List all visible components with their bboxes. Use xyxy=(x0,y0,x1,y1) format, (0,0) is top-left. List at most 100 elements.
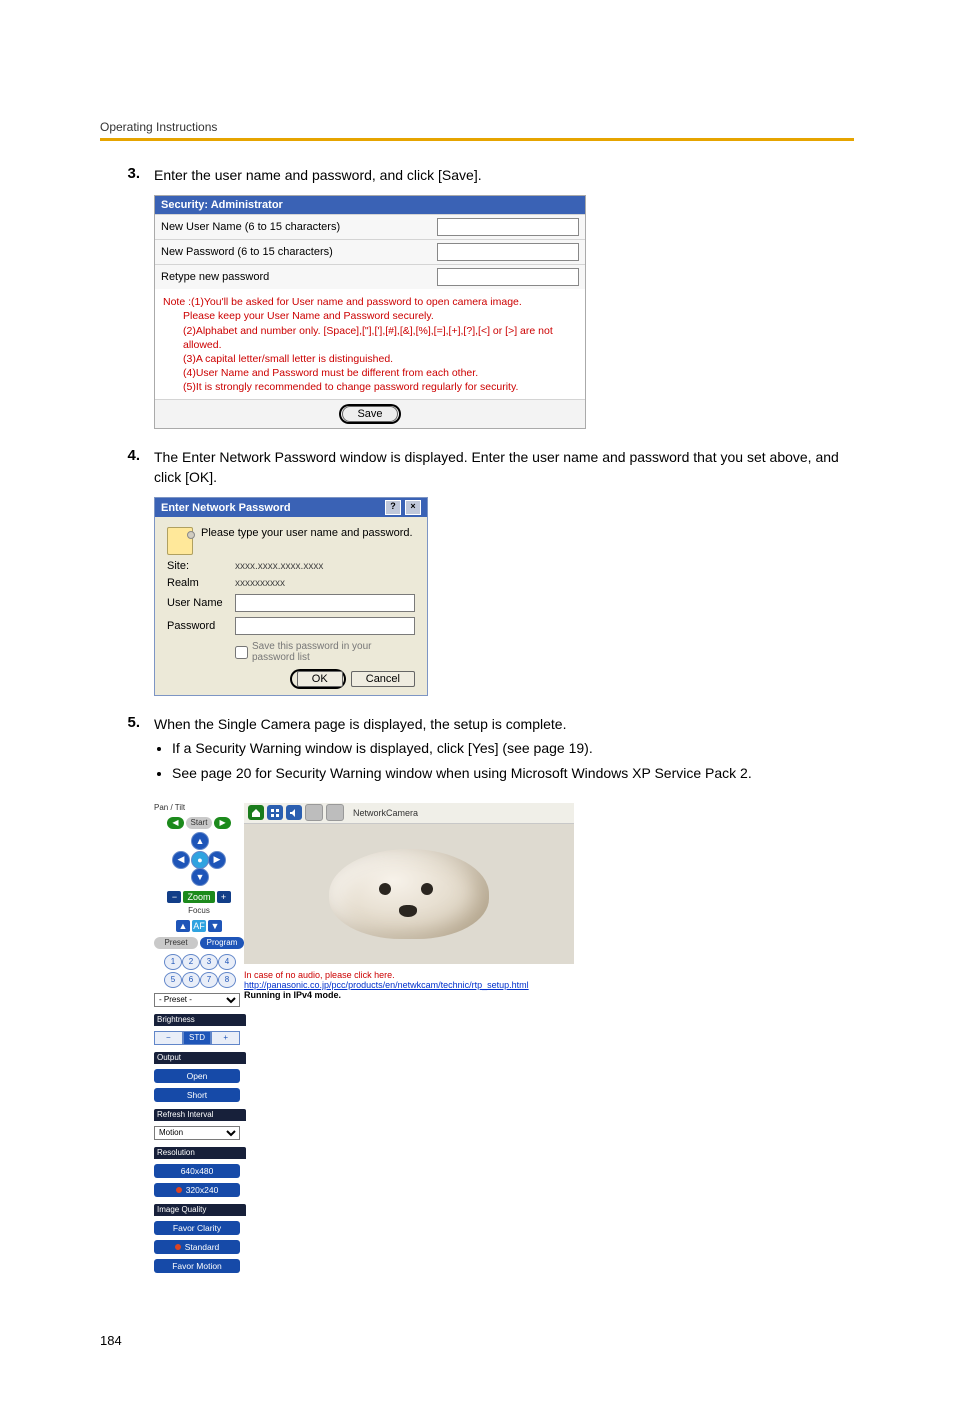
save-button-highlight: Save xyxy=(341,406,398,422)
focus-af-button[interactable]: AF xyxy=(192,920,206,932)
toolbar-multi-icon[interactable] xyxy=(267,805,283,820)
brightness-std[interactable]: STD xyxy=(183,1031,212,1045)
preset-1[interactable]: 1 xyxy=(164,954,182,970)
page-number: 184 xyxy=(100,1333,854,1348)
camera-live-view xyxy=(244,824,574,964)
start-right-pill[interactable]: ▶ xyxy=(214,817,230,829)
cancel-button[interactable]: Cancel xyxy=(351,671,415,687)
focus-label: Focus xyxy=(154,906,244,915)
new-password-label: New Password (6 to 15 characters) xyxy=(161,246,437,258)
running-header: Operating Instructions xyxy=(100,120,854,134)
dpad-center-icon[interactable]: ● xyxy=(191,851,209,869)
brightness-minus[interactable]: − xyxy=(154,1031,183,1045)
save-password-checkbox[interactable] xyxy=(235,646,248,659)
site-label: Site: xyxy=(167,560,235,572)
step-4-number: 4. xyxy=(100,447,154,488)
preset-8[interactable]: 8 xyxy=(218,972,236,988)
iq-clarity-button[interactable]: Favor Clarity xyxy=(154,1221,240,1235)
help-icon[interactable]: ? xyxy=(385,500,401,515)
camera-image-placeholder xyxy=(329,849,489,939)
dpad-left-icon[interactable]: ◀ xyxy=(172,851,190,869)
output-open-button[interactable]: Open xyxy=(154,1069,240,1083)
realm-value: xxxxxxxxxx xyxy=(235,578,415,589)
audio-help-link[interactable]: http://panasonic.co.jp/pcc/products/en/n… xyxy=(244,980,574,990)
save-password-label: Save this password in your password list xyxy=(252,641,415,663)
brightness-control[interactable]: − STD + xyxy=(154,1031,240,1045)
focus-near-button[interactable]: ▲ xyxy=(176,920,190,932)
step-4-text: The Enter Network Password window is dis… xyxy=(154,447,854,488)
retype-password-label: Retype new password xyxy=(161,271,437,283)
brightness-plus[interactable]: + xyxy=(211,1031,240,1045)
username-input[interactable] xyxy=(235,594,415,612)
preset-7[interactable]: 7 xyxy=(200,972,218,988)
step-3-number: 3. xyxy=(100,165,154,185)
realm-label: Realm xyxy=(167,577,235,589)
ok-button[interactable]: OK xyxy=(297,671,343,687)
output-header: Output xyxy=(154,1052,246,1064)
image-quality-header: Image Quality xyxy=(154,1204,246,1216)
brightness-header: Brightness xyxy=(154,1014,246,1026)
zoom-out-button[interactable]: − xyxy=(167,891,181,903)
iq-motion-button[interactable]: Favor Motion xyxy=(154,1259,240,1273)
resolution-header: Resolution xyxy=(154,1147,246,1159)
security-note: Note :(1)You'll be asked for User name a… xyxy=(155,289,585,398)
keys-icon xyxy=(167,527,193,555)
dpad-down-icon[interactable]: ▼ xyxy=(191,868,209,886)
preset-6[interactable]: 6 xyxy=(182,972,200,988)
zoom-label: Zoom xyxy=(183,891,214,903)
step-5-bullet-1: If a Security Warning window is displaye… xyxy=(172,738,854,758)
toolbar-button-b[interactable] xyxy=(326,804,344,821)
output-short-button[interactable]: Short xyxy=(154,1088,240,1102)
zoom-in-button[interactable]: + xyxy=(217,891,231,903)
preset-4[interactable]: 4 xyxy=(218,954,236,970)
toolbar-button-a[interactable] xyxy=(305,804,323,821)
ok-button-highlight: OK xyxy=(292,671,344,687)
program-tab[interactable]: Program xyxy=(200,937,244,949)
single-camera-page: Pan / Tilt ◀ Start ▶ ▲ ▼ ◀ ▶ ● − Zoom + … xyxy=(154,803,574,1273)
resolution-640-button[interactable]: 640x480 xyxy=(154,1164,240,1178)
start-button[interactable]: Start xyxy=(186,817,213,829)
preset-grid: 1 2 3 4 5 6 7 8 xyxy=(154,954,244,988)
new-username-input[interactable] xyxy=(437,218,579,236)
step-5-bullet-2: See page 20 for Security Warning window … xyxy=(172,763,854,783)
step-5-text: When the Single Camera page is displayed… xyxy=(154,714,854,734)
focus-far-button[interactable]: ▼ xyxy=(208,920,222,932)
step-3-text: Enter the user name and password, and cl… xyxy=(154,165,854,185)
new-password-input[interactable] xyxy=(437,243,579,261)
enter-network-password-dialog: Enter Network Password ? × Please type y… xyxy=(154,497,428,696)
header-rule xyxy=(100,138,854,141)
save-button[interactable]: Save xyxy=(342,406,397,422)
password-label: Password xyxy=(167,620,235,632)
refresh-header: Refresh Interval xyxy=(154,1109,246,1121)
password-input[interactable] xyxy=(235,617,415,635)
iq-standard-button[interactable]: Standard xyxy=(154,1240,240,1254)
toolbar-home-icon[interactable] xyxy=(248,805,264,820)
pan-tilt-label: Pan / Tilt xyxy=(154,803,244,812)
preset-2[interactable]: 2 xyxy=(182,954,200,970)
camera-toolbar: NetworkCamera xyxy=(244,803,574,824)
retype-password-input[interactable] xyxy=(437,268,579,286)
username-label: User Name xyxy=(167,597,235,609)
resolution-320-button[interactable]: 320x240 xyxy=(154,1183,240,1197)
refresh-select[interactable]: Motion xyxy=(154,1126,240,1140)
preset-select[interactable]: - Preset - xyxy=(154,993,240,1007)
no-audio-message: In case of no audio, please click here. xyxy=(244,970,574,980)
enp-prompt: Please type your user name and password. xyxy=(201,527,413,539)
close-icon[interactable]: × xyxy=(405,500,421,515)
camera-title: NetworkCamera xyxy=(353,808,418,818)
ip-mode-label: Running in IPv4 mode. xyxy=(244,990,574,1000)
preset-3[interactable]: 3 xyxy=(200,954,218,970)
toolbar-audio-icon[interactable] xyxy=(286,805,302,820)
preset-tab[interactable]: Preset xyxy=(154,937,198,949)
pan-tilt-dpad[interactable]: ▲ ▼ ◀ ▶ ● xyxy=(172,832,226,886)
dpad-up-icon[interactable]: ▲ xyxy=(191,832,209,850)
enp-title: Enter Network Password xyxy=(161,502,291,514)
step-5-number: 5. xyxy=(100,714,154,793)
new-username-label: New User Name (6 to 15 characters) xyxy=(161,221,437,233)
security-admin-box: Security: Administrator New User Name (6… xyxy=(154,195,586,428)
preset-5[interactable]: 5 xyxy=(164,972,182,988)
dpad-right-icon[interactable]: ▶ xyxy=(208,851,226,869)
site-value: xxxx.xxxx.xxxx.xxxx xyxy=(235,561,415,572)
start-left-pill[interactable]: ◀ xyxy=(167,817,183,829)
security-admin-title: Security: Administrator xyxy=(155,196,585,214)
